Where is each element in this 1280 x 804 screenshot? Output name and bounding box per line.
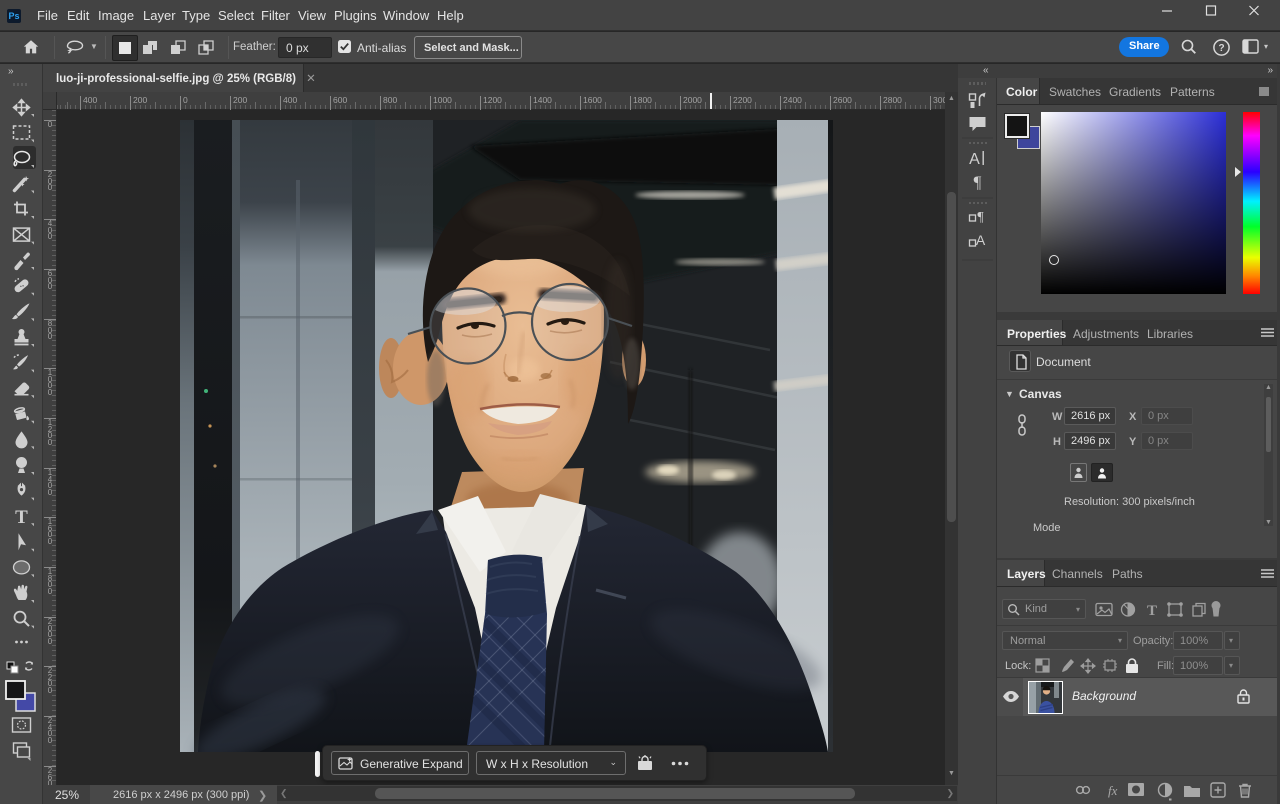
svg-text:A: A <box>976 232 986 248</box>
svg-text:¶: ¶ <box>974 173 982 192</box>
svg-text:?: ? <box>1218 43 1224 54</box>
svg-text:¶: ¶ <box>977 210 984 225</box>
svg-text:T: T <box>1147 603 1157 618</box>
svg-text:fx: fx <box>1108 783 1118 798</box>
svg-text:A: A <box>969 151 980 168</box>
svg-text:T: T <box>15 507 28 528</box>
